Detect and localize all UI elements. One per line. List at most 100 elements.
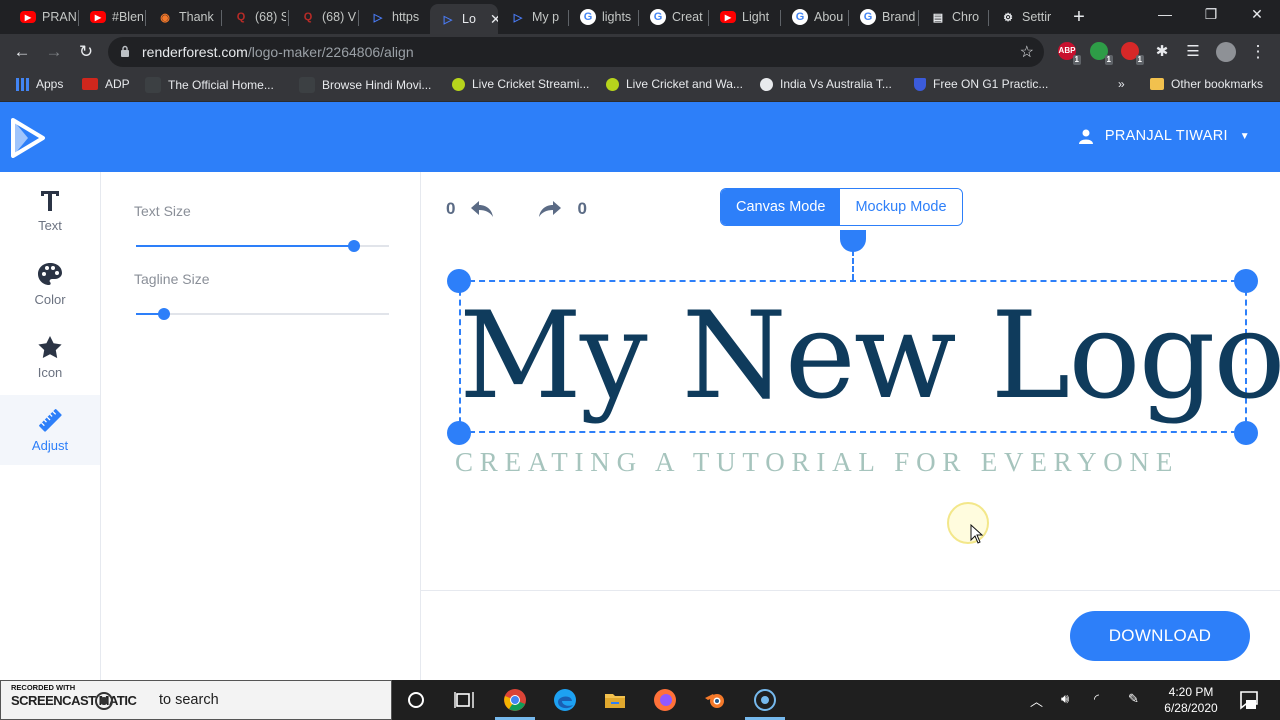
tab-separator: [288, 10, 289, 26]
text-size-slider-thumb[interactable]: [347, 240, 360, 252]
chrome-icon[interactable]: [503, 688, 527, 712]
browser-menu-icon[interactable]: ⋮: [1247, 41, 1269, 63]
tagline-size-slider-thumb[interactable]: [157, 308, 170, 320]
bookmark-star-icon[interactable]: ☆: [1020, 42, 1034, 62]
screencast-logo-icon: [95, 692, 113, 710]
other-bookmarks-folder[interactable]: Other bookmarks: [1150, 77, 1263, 91]
bookmark-item[interactable]: Live Cricket and Wa...: [606, 77, 743, 91]
browser-tab[interactable]: Q (68) S: [223, 4, 286, 30]
notifications-icon[interactable]: [1237, 688, 1261, 712]
browser-tab[interactable]: ▶ #Blen: [80, 4, 143, 30]
bookmark-item[interactable]: Browse Hindi Movi...: [299, 77, 431, 93]
browser-tab[interactable]: G Abou: [782, 4, 846, 30]
system-clock[interactable]: 4:20 PM 6/28/2020: [1160, 684, 1222, 716]
blender-icon[interactable]: [703, 688, 727, 712]
browser-tab[interactable]: ▶ Light: [710, 4, 778, 30]
tab-separator: [918, 10, 919, 26]
task-view-icon[interactable]: [452, 688, 476, 712]
browser-tab[interactable]: ▤ Chro: [920, 4, 986, 30]
browser-tab[interactable]: G Brand: [850, 4, 916, 30]
close-window-button[interactable]: ✕: [1242, 6, 1272, 23]
bookmark-item[interactable]: Free ON G1 Practic...: [914, 77, 1048, 91]
logo-tagline[interactable]: CREATING A TUTORIAL FOR EVERYONE: [455, 447, 1215, 478]
back-arrow-icon[interactable]: ←: [11, 41, 33, 63]
browser-tab[interactable]: Q (68) V: [290, 4, 356, 30]
reload-icon[interactable]: ↻: [75, 41, 97, 63]
tool-text[interactable]: Text: [0, 176, 100, 246]
tool-adjust[interactable]: Adjust: [0, 395, 100, 465]
user-name: PRANJAL TIWARI: [1104, 128, 1228, 144]
extension-badge: 1: [1135, 55, 1144, 65]
google-icon: G: [650, 9, 666, 25]
rotate-handle[interactable]: [840, 230, 866, 252]
browser-tab[interactable]: Glights: [570, 4, 636, 30]
browser-tab-label: Brand: [882, 10, 916, 24]
forward-arrow-icon[interactable]: →: [43, 41, 65, 63]
new-tab-button[interactable]: +: [1068, 6, 1090, 28]
download-button[interactable]: DOWNLOAD: [1070, 611, 1250, 661]
browser-tab[interactable]: ⚙ Settir: [990, 4, 1056, 30]
reading-list-icon[interactable]: ☰: [1182, 41, 1204, 63]
cricket-ball-icon: [452, 77, 465, 91]
renderforest-logo-icon[interactable]: [10, 118, 46, 158]
screencast-icon[interactable]: [753, 688, 777, 712]
tool-color-label: Color: [34, 291, 66, 307]
tool-icon[interactable]: Icon: [0, 322, 100, 392]
red-extension-icon[interactable]: 1: [1121, 42, 1144, 65]
resize-handle-top-right[interactable]: [1234, 269, 1258, 293]
tool-color[interactable]: Color: [0, 249, 100, 319]
browser-tab-strip: + — ❐ ✕ ▶ PRAN ▶ #Blen ◉ Thank Q (68) S Q (68) V ▷…: [0, 0, 1280, 34]
edge-icon[interactable]: [553, 688, 577, 712]
network-icon[interactable]: ◜: [1094, 691, 1099, 707]
tab-separator: [988, 10, 989, 26]
undo-arrow-icon[interactable]: [469, 199, 495, 219]
taskbar-search-box[interactable]: RECORDED WITH SCREENCAST MATIC to search: [0, 680, 392, 720]
close-tab-icon[interactable]: ✕: [490, 11, 498, 28]
address-bar[interactable]: renderforest.com/logo-maker/2264806/alig…: [108, 37, 1044, 67]
file-explorer-icon[interactable]: [603, 688, 627, 712]
profile-avatar[interactable]: [1215, 41, 1237, 63]
extensions-puzzle-icon[interactable]: ✱: [1151, 41, 1173, 63]
tool-icon-label: Icon: [37, 364, 63, 380]
user-menu[interactable]: PRANJAL TIWARI ▼: [1078, 128, 1250, 144]
browser-tab-label: Thank: [179, 10, 214, 24]
resize-handle-bottom-right[interactable]: [1234, 421, 1258, 445]
cortana-icon[interactable]: [404, 688, 428, 712]
pen-icon[interactable]: ✎: [1128, 691, 1139, 707]
show-hidden-icons-chevron[interactable]: ︿: [1030, 691, 1043, 710]
browser-tab[interactable]: G Creat: [640, 4, 706, 30]
browser-tab-label: Settir: [1022, 10, 1052, 24]
text-size-slider[interactable]: [136, 240, 389, 252]
mockup-mode-button[interactable]: Mockup Mode: [840, 189, 962, 225]
redo-arrow-icon[interactable]: [537, 199, 563, 219]
bookmark-label: India Vs Australia T...: [780, 77, 892, 91]
caret-down-icon: ▼: [1239, 130, 1250, 142]
minimize-window-button[interactable]: —: [1150, 6, 1180, 22]
logo-title[interactable]: My New Logo: [459, 287, 1280, 427]
blender-icon: ◉: [160, 11, 170, 24]
bookmark-item[interactable]: India Vs Australia T...: [760, 77, 892, 91]
search-placeholder: to search: [159, 692, 219, 708]
bookmark-item[interactable]: ADP: [82, 77, 130, 91]
browser-tab[interactable]: ▷ Lo ✕: [430, 4, 498, 34]
browser-tab[interactable]: ▶ PRAN: [10, 4, 76, 30]
more-bookmarks-chevron[interactable]: »: [1118, 77, 1125, 91]
tab-separator: [848, 10, 849, 26]
browser-tab[interactable]: ▷ https: [360, 4, 426, 30]
bookmark-item[interactable]: Live Cricket Streami...: [452, 77, 589, 91]
volume-icon[interactable]: 🔊︎: [1061, 691, 1069, 707]
bookmark-item[interactable]: Apps: [16, 77, 63, 91]
resize-handle-bottom-left[interactable]: [447, 421, 471, 445]
firefox-icon[interactable]: [653, 688, 677, 712]
mouse-cursor-icon: [970, 524, 984, 544]
browser-tab[interactable]: ▷ My p: [500, 4, 566, 30]
adblock-plus-icon[interactable]: ABP 1: [1058, 42, 1081, 65]
redo-count: 0: [577, 199, 587, 218]
canvas-mode-button[interactable]: Canvas Mode: [721, 189, 841, 225]
bookmark-item[interactable]: The Official Home...: [145, 77, 274, 93]
restore-window-button[interactable]: ❐: [1196, 6, 1226, 23]
tagline-size-slider[interactable]: [136, 308, 389, 320]
shield-check-extension-icon[interactable]: 1: [1090, 42, 1113, 65]
browser-tab[interactable]: ◉ Thank: [147, 4, 219, 30]
resize-handle-top-left[interactable]: [447, 269, 471, 293]
